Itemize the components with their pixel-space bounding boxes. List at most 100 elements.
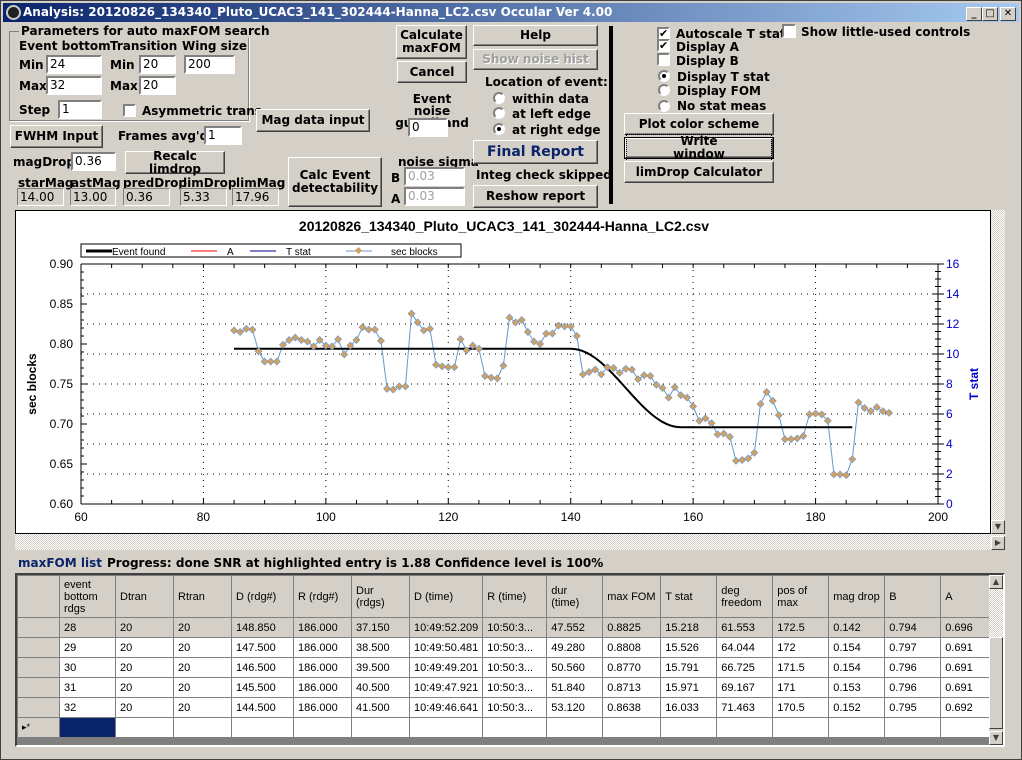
table-cell[interactable]: 30	[59, 657, 116, 678]
table-cell[interactable]: 32	[59, 697, 116, 718]
table-cell[interactable]: 20	[173, 697, 232, 718]
table-cell[interactable]: 51.840	[546, 677, 604, 698]
show-noise-hist-button[interactable]: Show noise hist	[473, 49, 598, 70]
table-cell[interactable]: 39.500	[351, 657, 410, 678]
display-fom-radio[interactable]	[658, 84, 670, 96]
table-cell[interactable]: 10:50:3...	[482, 677, 548, 698]
table-cell[interactable]	[408, 717, 484, 738]
chart-vertical-scrollbar[interactable]: ▼ ▶	[991, 210, 1005, 550]
table-scroll-down-icon[interactable]: ▼	[989, 731, 1003, 745]
table-cell[interactable]: 10:49:52.209	[408, 617, 484, 638]
table-cell[interactable]: 20	[173, 617, 232, 638]
table-cell[interactable]: 10:49:47.921	[408, 677, 484, 698]
table-cell[interactable]: 71.463	[716, 697, 774, 718]
help-button[interactable]: Help	[473, 25, 598, 46]
table-cell[interactable]: 171	[772, 677, 830, 698]
table-cell[interactable]: 186.000	[293, 657, 352, 678]
table-row[interactable]: 32 20 20 144.500 186.000 41.500 10:49:46.641 10…	[17, 697, 998, 718]
mag-data-input-button[interactable]: Mag data input	[256, 109, 370, 132]
noise-sigma-a-input[interactable]: 0.03	[404, 187, 465, 206]
column-header[interactable]: B	[884, 575, 942, 618]
table-cell[interactable]: 20	[115, 697, 174, 718]
table-cell[interactable]: 0.8713	[602, 677, 662, 698]
table-cell[interactable]: 186.000	[293, 637, 352, 658]
maximize-button[interactable]: □	[982, 7, 998, 21]
column-header[interactable]: D (time)	[408, 575, 484, 618]
limdrop-calculator-button[interactable]: limDrop Calculator	[624, 161, 774, 183]
table-cell[interactable]: 20	[115, 657, 174, 678]
row-selector[interactable]	[17, 697, 60, 718]
table-cell[interactable]: 47.552	[546, 617, 604, 638]
column-header[interactable]: deg freedom	[716, 575, 774, 618]
table-scroll-up-icon[interactable]: ▲	[989, 575, 1003, 589]
table-cell[interactable]: 49.280	[546, 637, 604, 658]
table-scroll-thumb[interactable]	[989, 637, 1003, 729]
table-cell[interactable]: 66.725	[716, 657, 774, 678]
table-cell[interactable]: 69.167	[716, 677, 774, 698]
table-cell[interactable]: 20	[115, 617, 174, 638]
table-cell[interactable]: 50.560	[546, 657, 604, 678]
table-cell[interactable]: 147.500	[231, 637, 294, 658]
table-cell[interactable]: 15.791	[660, 657, 718, 678]
final-report-button[interactable]: Final Report	[473, 140, 598, 164]
table-cell[interactable]: 10:50:3...	[482, 637, 548, 658]
table-row[interactable]: 29 20 20 147.500 186.000 38.500 10:49:50.481 10…	[17, 637, 998, 658]
location-left-edge-radio[interactable]	[493, 107, 505, 119]
table-cell[interactable]: 10:50:3...	[482, 697, 548, 718]
chart-horizontal-scrollbar[interactable]	[15, 534, 991, 550]
plot-color-scheme-button[interactable]: Plot color scheme	[624, 113, 774, 135]
fwhm-input-button[interactable]: FWHM Input	[10, 125, 103, 148]
cancel-button[interactable]: Cancel	[397, 61, 467, 83]
column-header[interactable]: T stat	[660, 575, 718, 618]
table-cell[interactable]	[482, 717, 548, 738]
transition-min-input[interactable]: 20	[139, 55, 176, 74]
minimize-button[interactable]: _	[966, 7, 982, 21]
table-cell[interactable]: 20	[115, 637, 174, 658]
table-cell[interactable]: 15.971	[660, 677, 718, 698]
column-header[interactable]: Rtran	[173, 575, 232, 618]
table-cell[interactable]: 64.044	[716, 637, 774, 658]
table-cell[interactable]: 20	[115, 677, 174, 698]
column-header[interactable]: event bottom rdgs	[59, 575, 116, 618]
table-cell[interactable]	[115, 717, 174, 738]
table-vertical-scrollbar[interactable]: ▲ ▼	[989, 575, 1003, 745]
table-cell[interactable]: 0.796	[884, 657, 942, 678]
table-cell[interactable]: 15.218	[660, 617, 718, 638]
write-window-button[interactable]: Write window	[624, 134, 774, 162]
table-cell[interactable]: 61.553	[716, 617, 774, 638]
wing-size-input[interactable]: 200	[184, 55, 235, 74]
new-row[interactable]: ▸*	[17, 717, 998, 738]
table-cell[interactable]: 41.500	[351, 697, 410, 718]
recalc-limdrop-button[interactable]: Recalc limdrop	[125, 149, 225, 175]
column-header[interactable]: max FOM	[602, 575, 662, 618]
table-cell[interactable]: 28	[59, 617, 116, 638]
column-header[interactable]: R (time)	[482, 575, 548, 618]
step-input[interactable]: 1	[58, 100, 102, 119]
no-stat-meas-radio[interactable]	[658, 100, 670, 112]
table-cell[interactable]: 0.795	[884, 697, 942, 718]
table-cell[interactable]: 172.5	[772, 617, 830, 638]
table-cell[interactable]: 10:49:46.641	[408, 697, 484, 718]
table-cell[interactable]: 172	[772, 637, 830, 658]
table-cell[interactable]: 20	[173, 637, 232, 658]
table-cell[interactable]: 0.154	[828, 637, 886, 658]
table-cell[interactable]: 37.150	[351, 617, 410, 638]
table-cell[interactable]: 0.142	[828, 617, 886, 638]
frames-avgd-input[interactable]: 1	[204, 126, 242, 145]
table-cell[interactable]: 148.850	[231, 617, 294, 638]
table-cell[interactable]: 186.000	[293, 617, 352, 638]
table-cell[interactable]	[772, 717, 830, 738]
location-within-data-radio[interactable]	[493, 92, 505, 104]
table-cell[interactable]: 20	[173, 677, 232, 698]
table-cell[interactable]: 31	[59, 677, 116, 698]
scroll-right-icon[interactable]: ▶	[991, 536, 1005, 550]
table-cell[interactable]: 186.000	[293, 677, 352, 698]
table-cell[interactable]: 145.500	[231, 677, 294, 698]
table-cell[interactable]	[231, 717, 294, 738]
table-cell[interactable]: 29	[59, 637, 116, 658]
table-cell[interactable]: 15.526	[660, 637, 718, 658]
table-cell[interactable]: 0.153	[828, 677, 886, 698]
table-cell[interactable]: 20	[173, 657, 232, 678]
table-cell[interactable]: 0.8825	[602, 617, 662, 638]
row-selector[interactable]	[17, 637, 60, 658]
